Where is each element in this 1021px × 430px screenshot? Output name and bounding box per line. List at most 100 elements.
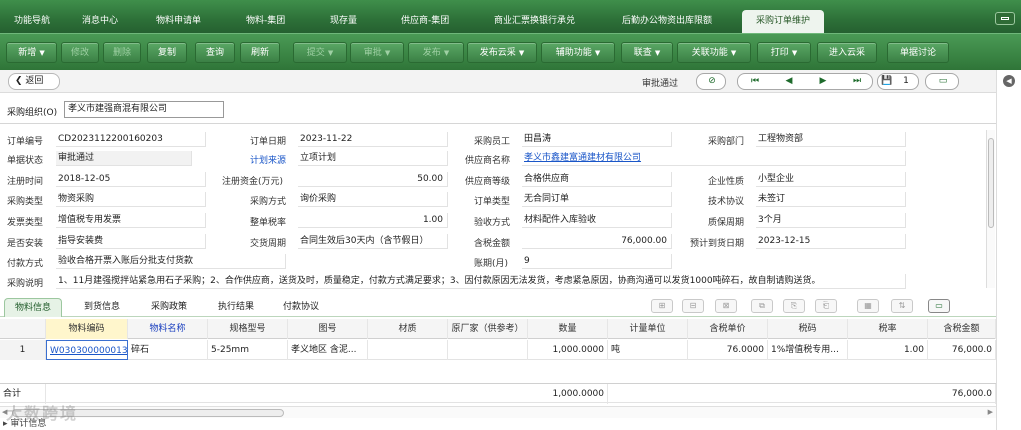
drawing-cell[interactable]: 孝义地区 含泥... bbox=[288, 340, 368, 360]
header-material-code[interactable]: 物料编码 bbox=[46, 319, 128, 339]
header-tax-rate[interactable]: 税率 bbox=[848, 319, 928, 339]
nav-tab-function-nav[interactable]: 功能导航 bbox=[14, 9, 50, 33]
plan-source-field[interactable]: 立项计划 bbox=[298, 151, 448, 166]
header-spec[interactable]: 规格型号 bbox=[208, 319, 288, 339]
window-toggle-icon[interactable] bbox=[995, 12, 1015, 25]
form-scrollbar-thumb[interactable] bbox=[988, 138, 994, 228]
print-button[interactable]: 打印 ▼ bbox=[757, 42, 811, 63]
maximize-icon[interactable]: ▭ bbox=[928, 74, 958, 89]
invoice-type-field[interactable]: 增值税专用发票 bbox=[56, 213, 206, 228]
order-no-field[interactable]: CD2023112200160203 bbox=[56, 132, 206, 147]
audit-info-toggle[interactable]: ▸ 审计信息 bbox=[0, 418, 996, 430]
material-code-link[interactable]: W030300000013 bbox=[46, 340, 128, 360]
material-name-cell[interactable]: 碎石 bbox=[128, 340, 208, 360]
insert-row-icon[interactable]: ⊟ bbox=[682, 299, 704, 313]
tab-purchase-policy[interactable]: 采购政策 bbox=[141, 298, 197, 317]
refresh-button[interactable]: 刷新 bbox=[240, 42, 280, 63]
enter-cloud-button[interactable]: 进入云采 bbox=[817, 42, 877, 63]
account-period-field[interactable]: 9 bbox=[522, 254, 672, 269]
order-date-field[interactable]: 2023-11-22 bbox=[298, 132, 448, 147]
nav-tab-supplier-group[interactable]: 供应商-集团 bbox=[401, 9, 449, 33]
reg-time-field[interactable]: 2018-12-05 bbox=[56, 172, 206, 187]
manufacturer-cell[interactable] bbox=[448, 340, 528, 360]
purchase-type-field[interactable]: 物资采购 bbox=[56, 192, 206, 207]
plan-source-label[interactable]: 计划来源 bbox=[250, 153, 286, 166]
tax-code-cell[interactable]: 1%增值税专用... bbox=[768, 340, 848, 360]
header-amount[interactable]: 含税金额 bbox=[928, 319, 996, 339]
paperclip-icon[interactable]: ⊘ bbox=[697, 74, 727, 89]
expected-arrival-field[interactable]: 2023-12-15 bbox=[756, 234, 906, 249]
header-unit-price[interactable]: 含税单价 bbox=[688, 319, 768, 339]
last-record-icon[interactable]: ⏭ bbox=[842, 74, 872, 89]
linked-query-button[interactable]: 联查 ▼ bbox=[621, 42, 673, 63]
purchase-mode-field[interactable]: 询价采购 bbox=[298, 192, 448, 207]
nav-tab-message-center[interactable]: 消息中心 bbox=[82, 9, 118, 33]
collapse-icon[interactable]: ◀ bbox=[1003, 75, 1015, 87]
nav-tab-office-outbound[interactable]: 后勤办公物资出库限额 bbox=[622, 9, 712, 33]
tax-rate-field[interactable]: 1.00 bbox=[298, 213, 448, 228]
paste-row-icon[interactable]: ⎘ bbox=[783, 299, 805, 313]
quantity-cell[interactable]: 1,000.0000 bbox=[528, 340, 608, 360]
tech-agreement-field[interactable]: 未签订 bbox=[756, 192, 906, 207]
back-button[interactable]: ❮ 返回 bbox=[8, 73, 60, 90]
spec-cell[interactable]: 5-25mm bbox=[208, 340, 288, 360]
delete-row-icon[interactable]: ⊠ bbox=[715, 299, 737, 313]
unit-cell[interactable]: 吨 bbox=[608, 340, 688, 360]
purchase-org-input[interactable]: 孝义市建强商混有限公司 bbox=[64, 101, 224, 118]
remark-field[interactable]: 1、11月建强搅拌站紧急用石子采购；2、合作供应商，送货及时，质量稳定，付款方式… bbox=[56, 274, 906, 289]
nav-tab-purchase-order[interactable]: 采购订单维护 bbox=[742, 10, 825, 33]
save-icon[interactable]: 💾 bbox=[880, 74, 894, 89]
aux-function-button[interactable]: 辅助功能 ▼ bbox=[541, 42, 615, 63]
sort-icon[interactable]: ⇅ bbox=[891, 299, 913, 313]
tab-payment-agreement[interactable]: 付款协议 bbox=[273, 298, 329, 317]
dept-field[interactable]: 工程物资部 bbox=[756, 132, 906, 147]
header-material[interactable]: 材质 bbox=[368, 319, 448, 339]
header-drawing-no[interactable]: 图号 bbox=[288, 319, 368, 339]
paste-end-icon[interactable]: ⎗ bbox=[815, 299, 837, 313]
publish-cloud-button[interactable]: 发布云采 ▼ bbox=[467, 42, 537, 63]
tab-material-info[interactable]: 物料信息 bbox=[4, 298, 63, 317]
supplier-name-link[interactable]: 孝义市鑫建富通建材有限公司 bbox=[522, 151, 906, 166]
amount-cell[interactable]: 76,000.0 bbox=[928, 340, 996, 360]
nav-tab-material-request[interactable]: 物料申请单 bbox=[156, 9, 201, 33]
pay-method-field[interactable]: 验收合格开票入账后分批支付货款 bbox=[56, 254, 286, 269]
order-type-field[interactable]: 无合同订单 bbox=[522, 192, 672, 207]
nav-tab-stock[interactable]: 现存量 bbox=[330, 9, 357, 33]
header-material-name[interactable]: 物料名称 bbox=[128, 319, 208, 339]
tax-rate-cell[interactable]: 1.00 bbox=[848, 340, 928, 360]
prev-record-icon[interactable]: ◀ bbox=[774, 74, 804, 89]
edit-button[interactable]: 修改 bbox=[61, 42, 99, 63]
grid-horizontal-scrollbar[interactable]: ◀ ▶ bbox=[0, 406, 996, 418]
tax-amount-field[interactable]: 76,000.00 bbox=[522, 234, 672, 249]
accept-mode-field[interactable]: 材料配件入库验收 bbox=[522, 213, 672, 228]
form-scrollbar[interactable] bbox=[986, 130, 995, 288]
tab-arrival-info[interactable]: 到货信息 bbox=[74, 298, 130, 317]
copy-row-icon[interactable]: ⧉ bbox=[751, 299, 773, 313]
nav-tab-bill-exchange[interactable]: 商业汇票换银行承兑 bbox=[494, 9, 575, 33]
next-record-icon[interactable]: ▶ bbox=[808, 74, 838, 89]
enterprise-type-field[interactable]: 小型企业 bbox=[756, 172, 906, 187]
expand-grid-icon[interactable]: ▭ bbox=[928, 299, 950, 313]
first-record-icon[interactable]: ⏮ bbox=[740, 74, 770, 89]
warranty-field[interactable]: 3个月 bbox=[756, 213, 906, 228]
table-row[interactable]: 1 W030300000013 碎石 5-25mm 孝义地区 含泥... 1,0… bbox=[0, 340, 996, 360]
grid-layout-icon[interactable]: ▦ bbox=[857, 299, 879, 313]
related-function-button[interactable]: 关联功能 ▼ bbox=[677, 42, 751, 63]
delete-button[interactable]: 删除 bbox=[103, 42, 141, 63]
material-cell[interactable] bbox=[368, 340, 448, 360]
publish-button[interactable]: 发布 ▼ bbox=[408, 42, 464, 63]
header-unit[interactable]: 计量单位 bbox=[608, 319, 688, 339]
tab-execution-result[interactable]: 执行结果 bbox=[208, 298, 264, 317]
nav-tab-material-group[interactable]: 物料-集团 bbox=[246, 9, 285, 33]
buyer-field[interactable]: 田昌涛 bbox=[522, 132, 672, 147]
approve-button[interactable]: 审批 ▼ bbox=[350, 42, 404, 63]
header-tax-code[interactable]: 税码 bbox=[768, 319, 848, 339]
scroll-right-icon[interactable]: ▶ bbox=[988, 408, 993, 416]
copy-button[interactable]: 复制 bbox=[147, 42, 187, 63]
unit-price-cell[interactable]: 76.0000 bbox=[688, 340, 768, 360]
is-install-field[interactable]: 指导安装费 bbox=[56, 234, 206, 249]
submit-button[interactable]: 提交 ▼ bbox=[293, 42, 347, 63]
add-row-icon[interactable]: ⊞ bbox=[651, 299, 673, 313]
query-button[interactable]: 查询 bbox=[195, 42, 235, 63]
supplier-grade-field[interactable]: 合格供应商 bbox=[522, 172, 672, 187]
